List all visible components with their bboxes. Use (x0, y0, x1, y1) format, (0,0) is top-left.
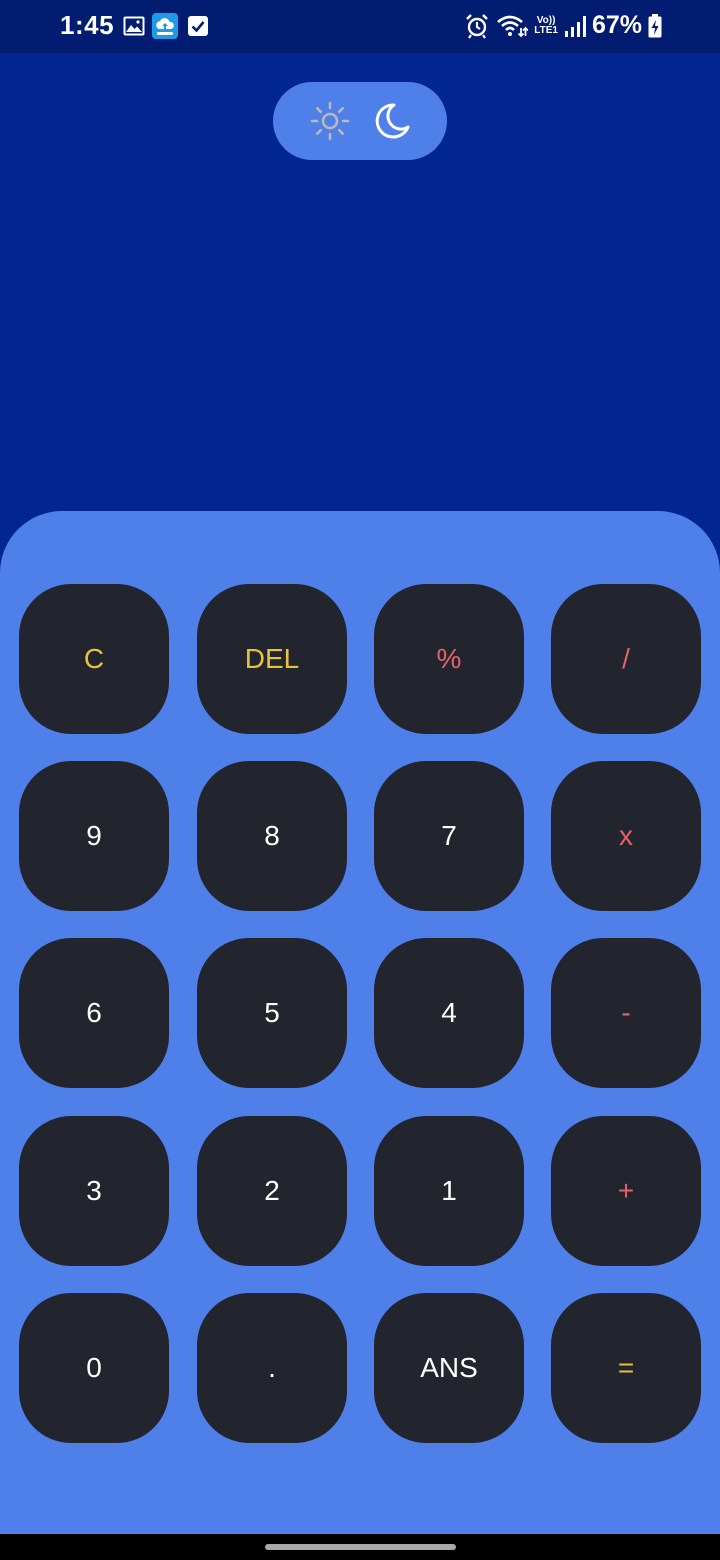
digit-1-button[interactable]: 1 (374, 1116, 524, 1266)
cloud-upload-icon (152, 13, 178, 39)
digit-2-label: 2 (264, 1175, 280, 1206)
divide-button[interactable]: / (551, 584, 701, 734)
digit-7-button[interactable]: 7 (374, 761, 524, 911)
network-label: LTE1 (534, 24, 558, 36)
sun-icon[interactable] (309, 100, 351, 142)
percent-label: % (436, 643, 462, 674)
equals-button[interactable]: = (551, 1293, 701, 1443)
digit-7-label: 7 (441, 820, 457, 851)
status-icons-right: Vo)) LTE1 67% (464, 11, 662, 40)
wifi-icon (497, 15, 529, 37)
add-label: + (617, 1175, 635, 1206)
calculator-screen: 1:45 Vo)) LTE1 67% C DEL % / 9 8 7 x 6 5… (0, 0, 720, 1560)
digit-0-label: 0 (86, 1352, 102, 1383)
navigation-bar (0, 1534, 720, 1560)
home-indicator[interactable] (265, 1544, 456, 1550)
moon-icon[interactable] (371, 100, 413, 142)
digit-0-button[interactable]: 0 (19, 1293, 169, 1443)
subtract-label: - (621, 997, 631, 1028)
clear-label: C (83, 643, 105, 674)
decimal-button[interactable]: . (197, 1293, 347, 1443)
theme-toggle[interactable] (273, 82, 447, 160)
battery-charging-icon (648, 13, 662, 37)
ans-label: ANS (420, 1352, 478, 1383)
digit-9-label: 9 (86, 820, 102, 851)
digit-6-button[interactable]: 6 (19, 938, 169, 1088)
volte-label: Vo)) (536, 14, 556, 26)
digit-3-button[interactable]: 3 (19, 1116, 169, 1266)
digit-6-label: 6 (86, 997, 102, 1028)
gallery-icon (123, 16, 145, 36)
delete-label: DEL (244, 643, 300, 674)
volte-lte-indicator: Vo)) LTE1 (534, 14, 558, 36)
keypad-panel: C DEL % / 9 8 7 x 6 5 4 - 3 2 1 + 0 . AN… (0, 511, 720, 1534)
digit-8-button[interactable]: 8 (197, 761, 347, 911)
decimal-label: . (268, 1352, 276, 1383)
clear-button[interactable]: C (19, 584, 169, 734)
digit-9-button[interactable]: 9 (19, 761, 169, 911)
add-button[interactable]: + (551, 1116, 701, 1266)
equals-label: = (617, 1352, 635, 1383)
multiply-label: x (619, 820, 633, 851)
ans-button[interactable]: ANS (374, 1293, 524, 1443)
digit-8-label: 8 (264, 820, 280, 851)
multiply-button[interactable]: x (551, 761, 701, 911)
digit-4-button[interactable]: 4 (374, 938, 524, 1088)
digit-5-button[interactable]: 5 (197, 938, 347, 1088)
signal-icon (564, 15, 586, 37)
battery-percentage: 67% (591, 11, 642, 39)
checkbox-icon (188, 16, 208, 36)
digit-1-label: 1 (441, 1175, 457, 1206)
digit-2-button[interactable]: 2 (197, 1116, 347, 1266)
digit-3-label: 3 (86, 1175, 102, 1206)
digit-4-label: 4 (441, 997, 457, 1028)
alarm-icon (466, 13, 489, 39)
status-bar: 1:45 Vo)) LTE1 67% (0, 0, 720, 53)
percent-button[interactable]: % (374, 584, 524, 734)
divide-label: / (622, 643, 630, 674)
status-time: 1:45 (60, 10, 115, 40)
subtract-button[interactable]: - (551, 938, 701, 1088)
digit-5-label: 5 (264, 997, 280, 1028)
delete-button[interactable]: DEL (197, 584, 347, 734)
